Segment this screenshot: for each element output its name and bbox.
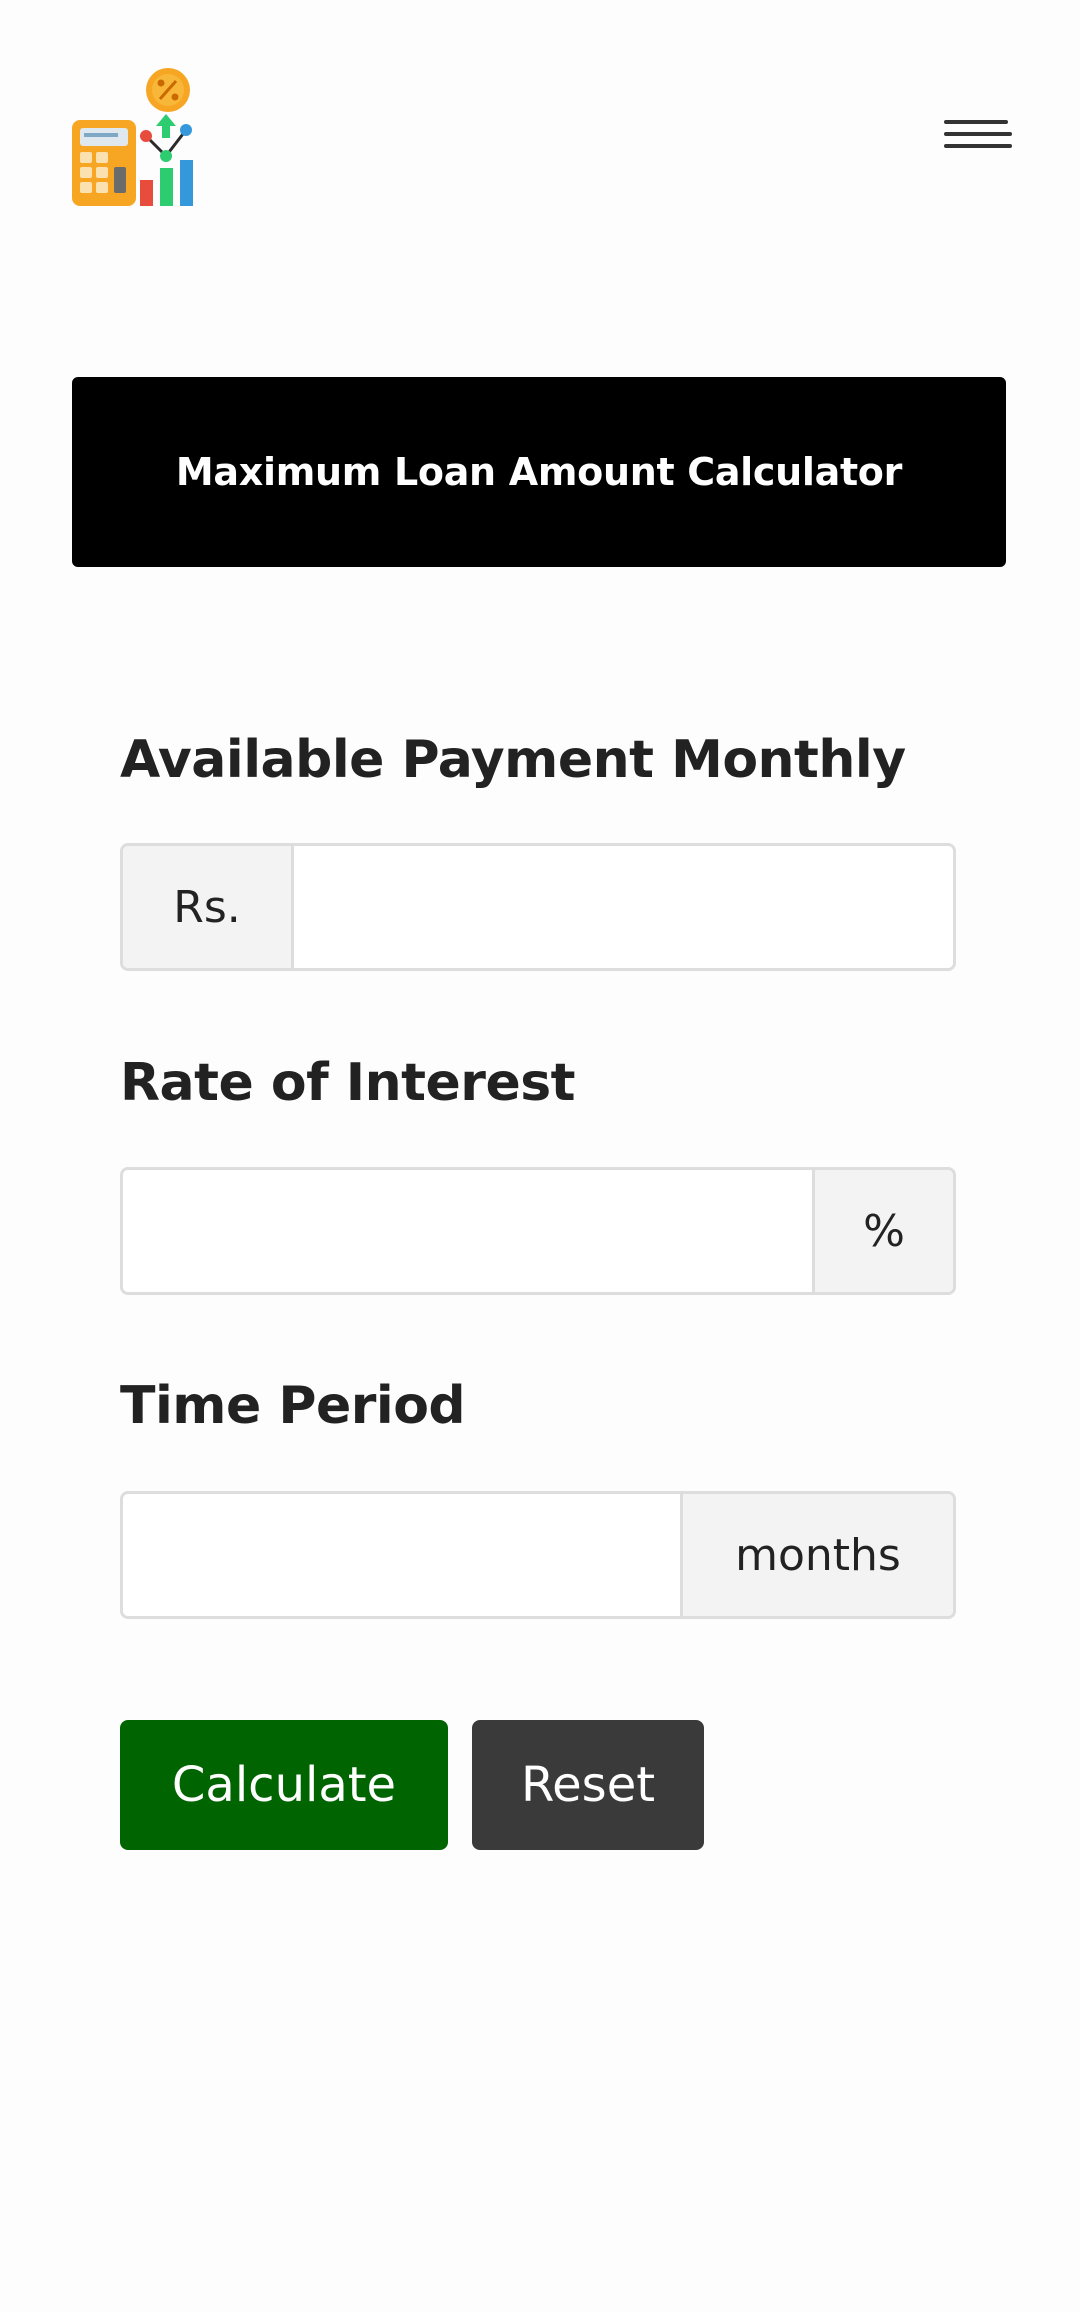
time-period-input[interactable] [123, 1494, 680, 1616]
site-logo[interactable] [72, 68, 208, 210]
reset-button[interactable]: Reset [472, 1720, 704, 1850]
interest-rate-group: % [120, 1167, 956, 1295]
monthly-payment-label: Available Payment Monthly [120, 730, 906, 790]
interest-rate-label: Rate of Interest [120, 1053, 576, 1113]
currency-prefix: Rs. [123, 846, 294, 968]
time-period-label: Time Period [120, 1376, 466, 1436]
calculate-button[interactable]: Calculate [120, 1720, 448, 1850]
months-suffix: months [680, 1494, 953, 1616]
interest-rate-input[interactable] [123, 1170, 812, 1292]
page-title: Maximum Loan Amount Calculator [175, 450, 903, 494]
monthly-payment-group: Rs. [120, 843, 956, 971]
menu-button[interactable] [940, 110, 1016, 166]
hamburger-menu-icon [944, 120, 1012, 148]
monthly-payment-input[interactable] [294, 846, 953, 968]
title-banner: Maximum Loan Amount Calculator [72, 377, 1006, 567]
time-period-group: months [120, 1491, 956, 1619]
calculator-chart-percent-icon [72, 68, 193, 206]
percent-suffix: % [812, 1170, 953, 1292]
site-header [0, 0, 1080, 230]
